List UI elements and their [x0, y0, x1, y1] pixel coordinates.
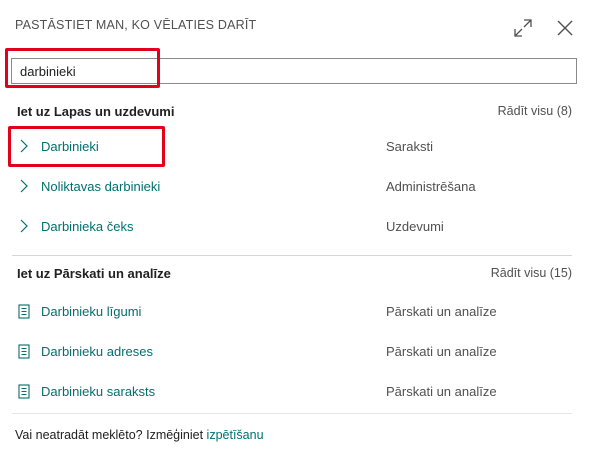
report-icon [17, 383, 31, 399]
item-category: Uzdevumi [386, 219, 444, 234]
item-category: Pārskati un analīze [386, 344, 497, 359]
search-input[interactable] [12, 59, 576, 83]
report-icon [17, 303, 31, 319]
section-header-pages: Iet uz Lapas un uzdevumi Rādīt visu (8) [17, 102, 572, 122]
item-name[interactable]: Darbinieku saraksts [41, 384, 155, 399]
item-category: Pārskati un analīze [386, 304, 497, 319]
section-header-reports: Iet uz Pārskati un analīze Rādīt visu (1… [17, 264, 572, 284]
list-item[interactable]: Darbinieki Saraksti [17, 136, 572, 156]
item-name[interactable]: Darbinieki [41, 139, 99, 154]
list-item[interactable]: Darbinieku līgumi Pārskati un analīze [17, 301, 572, 321]
footer: Vai neatradāt meklēto? Izmēģiniet izpētī… [15, 428, 264, 442]
item-name[interactable]: Darbinieku līgumi [41, 304, 141, 319]
item-name[interactable]: Noliktavas darbinieki [41, 179, 160, 194]
explore-link[interactable]: izpētīšanu [207, 428, 264, 442]
item-category: Pārskati un analīze [386, 384, 497, 399]
section-title: Iet uz Pārskati un analīze [17, 266, 171, 281]
search-field[interactable] [11, 58, 577, 84]
section-divider [12, 255, 572, 256]
footer-text: Vai neatradāt meklēto? Izmēģiniet [15, 428, 207, 442]
item-name[interactable]: Darbinieku adreses [41, 344, 153, 359]
show-all-link[interactable]: Rādīt visu (15) [491, 266, 572, 280]
chevron-right-icon [17, 218, 31, 234]
list-item[interactable]: Darbinieku saraksts Pārskati un analīze [17, 381, 572, 401]
show-all-link[interactable]: Rādīt visu (8) [498, 104, 572, 118]
list-item[interactable]: Noliktavas darbinieki Administrēšana [17, 176, 572, 196]
close-icon[interactable] [553, 16, 577, 40]
dialog-header: PASTĀSTIET MAN, KO VĒLATIES DARĪT [15, 16, 580, 40]
chevron-right-icon [17, 138, 31, 154]
chevron-right-icon [17, 178, 31, 194]
list-item[interactable]: Darbinieka čeks Uzdevumi [17, 216, 572, 236]
footer-divider [12, 413, 572, 414]
report-icon [17, 343, 31, 359]
item-category: Saraksti [386, 139, 433, 154]
section-title: Iet uz Lapas un uzdevumi [17, 104, 175, 119]
expand-icon[interactable] [511, 16, 535, 40]
item-name[interactable]: Darbinieka čeks [41, 219, 134, 234]
item-category: Administrēšana [386, 179, 476, 194]
list-item[interactable]: Darbinieku adreses Pārskati un analīze [17, 341, 572, 361]
dialog-title: PASTĀSTIET MAN, KO VĒLATIES DARĪT [15, 18, 257, 32]
tell-me-dialog: PASTĀSTIET MAN, KO VĒLATIES DARĪT Iet uz… [0, 0, 590, 450]
